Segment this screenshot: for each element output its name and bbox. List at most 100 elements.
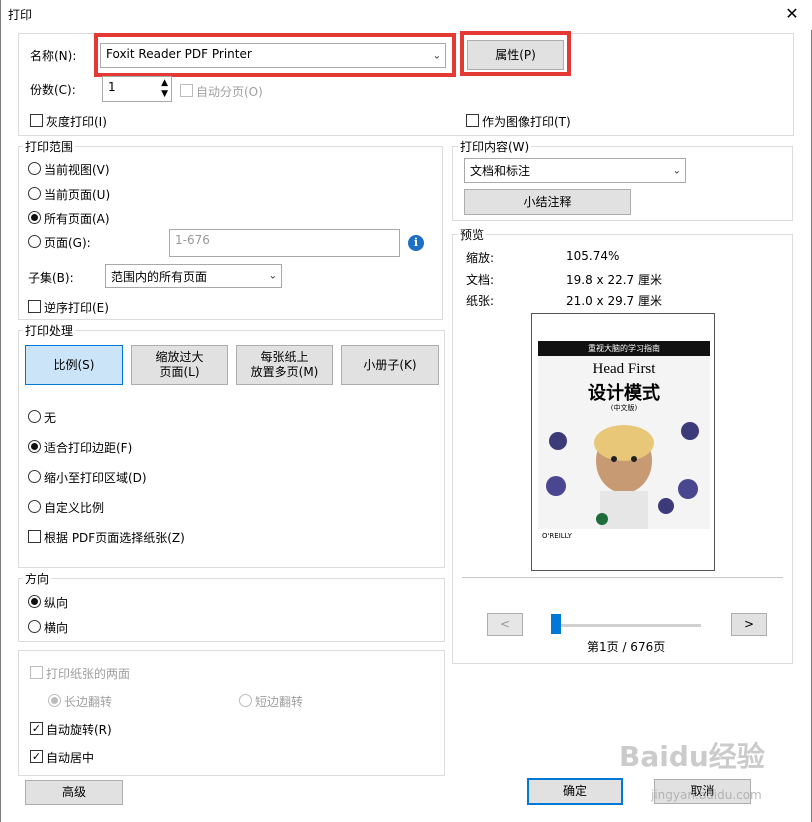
current-view-label: 当前视图(V) bbox=[44, 163, 110, 177]
fit-margins-radio[interactable] bbox=[28, 440, 41, 453]
printer-select[interactable]: Foxit Reader PDF Printer ⌄ bbox=[100, 43, 446, 68]
copies-input[interactable]: 1 ▲ ▼ bbox=[102, 76, 172, 102]
short-edge-radio[interactable] bbox=[239, 694, 252, 707]
long-edge-label: 长边翻转 bbox=[64, 695, 113, 709]
chevron-down-icon: ⌄ bbox=[432, 50, 441, 61]
collate-checkbox[interactable] bbox=[180, 84, 193, 97]
custom-scale-label: 自定义比例 bbox=[44, 501, 105, 515]
scale-none-radio[interactable] bbox=[28, 410, 41, 423]
copies-value: 1 bbox=[108, 80, 116, 94]
prev-page-label: < bbox=[499, 617, 511, 631]
page-slider-thumb[interactable] bbox=[551, 614, 561, 634]
prev-page-button[interactable]: < bbox=[487, 613, 523, 636]
book-cover-illustration bbox=[538, 411, 710, 531]
title-bar: 打印 ✕ bbox=[1, 0, 812, 30]
auto-rotate-label: 自动旋转(R) bbox=[46, 723, 112, 737]
page-slider-track[interactable] bbox=[553, 624, 701, 627]
advanced-label: 高级 bbox=[61, 785, 86, 799]
printer-name-label: 名称(N): bbox=[30, 49, 77, 63]
portrait-radio[interactable] bbox=[28, 595, 41, 608]
booklet-button[interactable]: 小册子(K) bbox=[341, 345, 439, 385]
pages-radio[interactable] bbox=[28, 235, 41, 248]
zoom-value: 105.74% bbox=[566, 249, 620, 263]
current-page-radio[interactable] bbox=[28, 187, 41, 200]
all-pages-radio[interactable] bbox=[28, 211, 41, 224]
paper-size-value: 21.0 x 29.7 厘米 bbox=[566, 294, 662, 308]
watermark-url: jingyan.baidu.com bbox=[651, 788, 762, 802]
multiple-pages-button[interactable]: 每张纸上 放置多页(M) bbox=[236, 345, 333, 385]
landscape-radio[interactable] bbox=[28, 620, 41, 633]
window-title: 打印 bbox=[8, 8, 33, 22]
book-cover-image: 重视大脑的学习指南 Head First 设计模式 (中文版) O'REILLY bbox=[538, 341, 710, 544]
print-as-image-checkbox[interactable] bbox=[466, 114, 479, 127]
pdf-page-size-label: 根据 PDF页面选择纸张(Z) bbox=[44, 531, 185, 545]
pdf-page-size-checkbox[interactable] bbox=[28, 530, 41, 543]
book-publisher: O'REILLY bbox=[538, 529, 710, 544]
grayscale-label: 灰度打印(I) bbox=[46, 115, 107, 129]
paper-size-label: 纸张: bbox=[466, 294, 495, 308]
pages-label: 页面(G): bbox=[44, 236, 91, 250]
portrait-label: 纵向 bbox=[44, 596, 69, 610]
document-size-value: 19.8 x 22.7 厘米 bbox=[566, 273, 662, 287]
document-size-label: 文档: bbox=[466, 273, 495, 287]
orientation-title: 方向 bbox=[23, 570, 52, 587]
scale-button-label: 比例(S) bbox=[53, 357, 95, 372]
chevron-down-icon: ⌄ bbox=[672, 165, 681, 176]
auto-rotate-checkbox[interactable]: ✓ bbox=[30, 722, 43, 735]
shrink-oversized-label: 缩放过大 页面(L) bbox=[155, 350, 204, 379]
printer-select-value: Foxit Reader PDF Printer bbox=[106, 47, 252, 61]
ok-label: 确定 bbox=[562, 784, 587, 798]
shrink-area-label: 缩小至打印区域(D) bbox=[44, 471, 147, 485]
scale-button[interactable]: 比例(S) bbox=[25, 345, 123, 385]
print-range-title: 打印范围 bbox=[23, 138, 76, 155]
orientation-group bbox=[18, 578, 445, 642]
info-icon[interactable]: i bbox=[408, 235, 424, 251]
print-content-title: 打印内容(W) bbox=[458, 138, 532, 155]
reverse-label: 逆序打印(E) bbox=[44, 301, 109, 315]
fit-margins-label: 适合打印边距(F) bbox=[44, 441, 133, 455]
auto-center-checkbox[interactable]: ✓ bbox=[30, 750, 43, 763]
ok-button[interactable]: 确定 bbox=[527, 778, 623, 805]
print-dialog: 打印 ✕ 名称(N): Foxit Reader PDF Printer ⌄ 属… bbox=[0, 0, 812, 822]
pages-input-placeholder: 1-676 bbox=[175, 233, 210, 247]
spinner-down-icon[interactable]: ▼ bbox=[161, 89, 168, 99]
preview-title: 预览 bbox=[458, 226, 487, 243]
properties-button[interactable]: 属性(P) bbox=[467, 40, 564, 70]
next-page-button[interactable]: > bbox=[731, 613, 767, 636]
duplex-checkbox[interactable] bbox=[30, 666, 43, 679]
reverse-checkbox[interactable] bbox=[28, 300, 41, 313]
subset-label: 子集(B): bbox=[28, 271, 74, 285]
close-icon[interactable]: ✕ bbox=[779, 3, 805, 25]
page-indicator: 第1页 / 676页 bbox=[587, 640, 666, 654]
preview-divider bbox=[462, 577, 783, 578]
custom-scale-radio[interactable] bbox=[28, 500, 41, 513]
advanced-button[interactable]: 高级 bbox=[25, 780, 123, 805]
all-pages-label: 所有页面(A) bbox=[44, 212, 110, 226]
next-page-label: > bbox=[743, 617, 755, 631]
print-content-select[interactable]: 文档和标注 ⌄ bbox=[464, 158, 686, 183]
spinner-up-icon[interactable]: ▲ bbox=[161, 78, 168, 88]
current-page-label: 当前页面(U) bbox=[44, 188, 111, 202]
book-series-band: 重视大脑的学习指南 bbox=[538, 341, 710, 356]
current-view-radio[interactable] bbox=[28, 162, 41, 175]
book-title-en: Head First bbox=[592, 361, 656, 377]
grayscale-checkbox[interactable] bbox=[30, 114, 43, 127]
summarize-comments-button[interactable]: 小结注释 bbox=[464, 189, 631, 215]
duplex-label: 打印纸张的两面 bbox=[46, 667, 131, 681]
subset-select[interactable]: 范围内的所有页面 ⌄ bbox=[105, 264, 282, 288]
scale-none-label: 无 bbox=[44, 411, 57, 425]
summarize-comments-label: 小结注释 bbox=[523, 194, 572, 209]
multiple-pages-label: 每张纸上 放置多页(M) bbox=[250, 350, 319, 379]
shrink-area-radio[interactable] bbox=[28, 470, 41, 483]
copies-label: 份数(C): bbox=[30, 83, 76, 97]
landscape-label: 横向 bbox=[44, 621, 69, 635]
properties-button-label: 属性(P) bbox=[495, 47, 536, 62]
print-handling-title: 打印处理 bbox=[23, 322, 76, 339]
pages-input[interactable]: 1-676 bbox=[169, 229, 400, 257]
preview-page: 重视大脑的学习指南 Head First 设计模式 (中文版) O'REILLY bbox=[531, 313, 715, 571]
long-edge-radio[interactable] bbox=[48, 694, 61, 707]
shrink-oversized-button[interactable]: 缩放过大 页面(L) bbox=[131, 345, 228, 385]
collate-label: 自动分页(O) bbox=[196, 85, 263, 99]
print-content-value: 文档和标注 bbox=[470, 164, 531, 178]
print-as-image-label: 作为图像打印(T) bbox=[482, 115, 571, 129]
